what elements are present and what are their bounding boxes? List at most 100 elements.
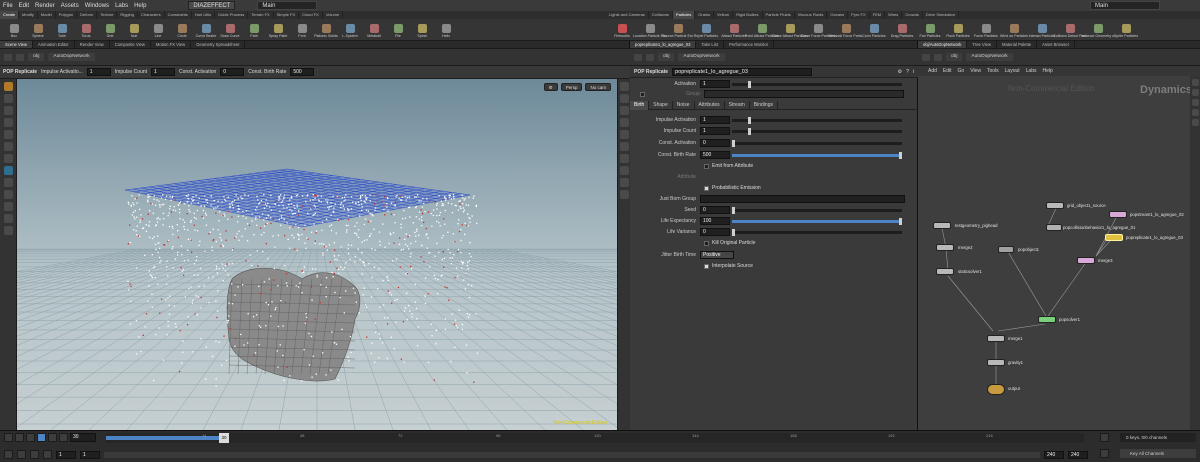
activation-slider[interactable] [732, 80, 902, 88]
shelf-tab-6[interactable]: Particle Fluids [763, 11, 795, 19]
create-tool-7[interactable]: Circle [170, 22, 194, 38]
const-birth-rate-field[interactable]: 500 [290, 68, 315, 76]
create-tool-17[interactable]: Spiral [410, 22, 434, 38]
shelf-tab-9[interactable]: Hair Utils [192, 11, 216, 19]
node-popsolver1[interactable] [1038, 316, 1056, 323]
persp-button[interactable]: Persp [560, 83, 583, 91]
create-tool-18[interactable]: Helix [434, 22, 458, 38]
create-tool-6[interactable]: Line [146, 22, 170, 38]
shelf-tab-8[interactable]: Constraints [165, 11, 192, 19]
shelf-tab-11[interactable]: Terrain FX [248, 11, 274, 19]
parm-tab-0[interactable]: popreplicate1_lo_agregue_03 [630, 41, 697, 48]
parm-tab-2[interactable]: Performance Monitor [724, 41, 775, 48]
impulse-count-slider[interactable] [732, 127, 902, 135]
bbox-icon[interactable] [619, 154, 629, 163]
seed-field[interactable]: 0 [700, 206, 730, 214]
current-frame-field[interactable]: 30 [70, 433, 96, 442]
particle-tool-11[interactable]: Flock Particles [944, 22, 972, 38]
network-tab-2[interactable]: Material Palette [997, 41, 1038, 48]
life-expectancy-field[interactable]: 100 [700, 217, 730, 225]
create-tool-0[interactable]: Box [2, 22, 26, 38]
range-end-field[interactable]: 240 [1068, 450, 1088, 459]
shelf-tab-12[interactable]: Simple FX [274, 11, 300, 19]
grid-tool-icon[interactable] [3, 166, 13, 175]
create-tool-14[interactable]: L-System [338, 22, 362, 38]
interpolate-source-checkbox[interactable] [704, 263, 709, 269]
jump-start-icon[interactable] [4, 433, 13, 442]
const-activation-field[interactable]: 0 [700, 139, 730, 147]
context-selector[interactable]: Main [257, 1, 318, 10]
shelf-tab-2[interactable]: Model [38, 11, 56, 19]
path-network[interactable]: AutoDopNetwork [966, 53, 1013, 61]
path-network[interactable]: AutoDopNetwork [48, 53, 95, 61]
node-name-field[interactable]: popreplicate1_lo_agregue_03 [672, 67, 813, 76]
node-grid-source[interactable] [1046, 202, 1064, 209]
normals-icon[interactable] [619, 142, 629, 151]
shelf-tab-7[interactable]: Viscous Fluids [795, 11, 828, 19]
net-tool-icon-1[interactable] [1191, 79, 1199, 86]
seed-slider[interactable] [732, 206, 902, 214]
shelf-tab-11[interactable]: Wires [885, 11, 903, 19]
back-icon[interactable] [634, 53, 642, 61]
create-tool-8[interactable]: Curve Bezier [194, 22, 218, 38]
create-tool-15[interactable]: Metaball [362, 22, 386, 38]
impulse-count-field[interactable]: 1 [151, 68, 176, 76]
group-toggle[interactable] [640, 91, 645, 97]
activation-field[interactable]: 1 [700, 80, 730, 88]
point-tool-icon[interactable] [3, 178, 13, 187]
play-icon[interactable] [37, 433, 46, 442]
const-activation-slider[interactable] [732, 139, 902, 147]
node-popcollision[interactable] [1046, 224, 1062, 231]
shelf-tab-2[interactable]: Particles [672, 11, 696, 19]
probabilistic-emission-checkbox[interactable] [704, 185, 709, 191]
node-testgeometry[interactable] [933, 222, 951, 229]
node-popreplicate[interactable] [1105, 234, 1123, 241]
menu-edit[interactable]: Edit [19, 3, 29, 9]
shelf-tab-0[interactable]: Lights and Cameras [606, 11, 649, 19]
menu-file[interactable]: File [3, 3, 13, 9]
prim-tool-icon[interactable] [3, 202, 13, 211]
particle-tool-13[interactable]: Wind on Particles [1000, 22, 1028, 38]
shelf-tab-5[interactable]: Rigid Bodies [733, 11, 763, 19]
net-menu-help[interactable]: Help [1043, 68, 1053, 74]
shelf-tab-3[interactable]: Grains [695, 11, 715, 19]
key-icon[interactable] [30, 450, 39, 459]
tab-bindings[interactable]: Bindings [750, 100, 778, 110]
points-icon[interactable] [619, 130, 629, 139]
viewer-tab-4[interactable]: Motion FX View [151, 41, 192, 48]
menu-help[interactable]: Help [134, 3, 146, 9]
range-slider[interactable] [104, 451, 1040, 458]
emit-from-attribute-checkbox[interactable] [704, 163, 709, 169]
snap-tool-icon[interactable] [3, 154, 13, 163]
shelf-tab-8[interactable]: Oceans [827, 11, 849, 19]
shelf-tab-9[interactable]: Pyro FX [848, 11, 870, 19]
network-tab-3[interactable]: Asset Browser [1037, 41, 1076, 48]
key-all-channels-button[interactable]: Key All Channels [1120, 449, 1196, 458]
particle-tool-17[interactable]: Sprite Particles [1112, 22, 1140, 38]
menu-labs[interactable]: Labs [115, 3, 128, 9]
step-back-icon[interactable] [15, 433, 24, 442]
net-menu-edit[interactable]: Edit [943, 68, 952, 74]
shelf-tab-7[interactable]: Characters [138, 11, 165, 19]
jitter-birth-time-select[interactable]: Positive [700, 251, 734, 259]
create-tool-12[interactable]: Font [290, 22, 314, 38]
shelf-tab-5[interactable]: Texture [97, 11, 118, 19]
particle-tool-1[interactable]: Source Particle Em. [662, 22, 694, 38]
lighting-icon[interactable] [619, 118, 629, 127]
shading-icon[interactable] [619, 94, 629, 103]
select-tool-icon[interactable] [3, 82, 13, 91]
viewer-tab-5[interactable]: Geometry Spreadsheet [191, 41, 246, 48]
impulse-activation-field[interactable]: 1 [700, 116, 730, 124]
create-tool-1[interactable]: Sphere [26, 22, 50, 38]
node-merge1[interactable] [987, 335, 1005, 342]
group-field[interactable] [704, 90, 904, 98]
particle-tool-12[interactable]: Force Particles [972, 22, 1000, 38]
shelf-tab-14[interactable]: Volume [323, 11, 344, 19]
forward-icon[interactable] [934, 53, 942, 61]
audio-icon[interactable] [17, 450, 26, 459]
net-menu-add[interactable]: Add [928, 68, 937, 74]
particle-tool-0[interactable]: Location Particle Em. [633, 22, 667, 38]
channel-icon[interactable] [1100, 433, 1109, 442]
shelf-tab-1[interactable]: Collisions [649, 11, 673, 19]
network-tab-0[interactable]: obj/AutoDopNetwork [918, 41, 968, 48]
